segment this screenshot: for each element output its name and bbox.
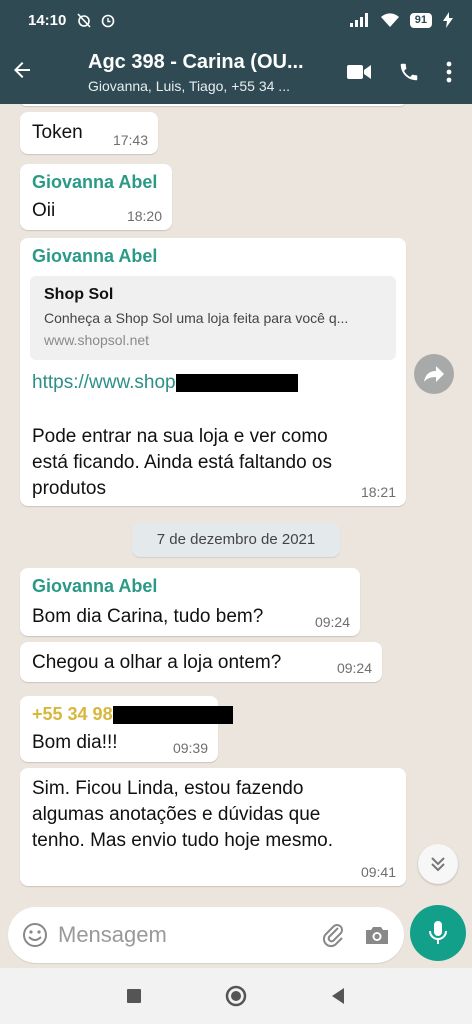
charging-icon xyxy=(443,12,453,28)
message-text: Pode entrar na sua loja e ver como está … xyxy=(32,424,332,502)
message-sender: Giovanna Abel xyxy=(32,172,158,192)
back-button[interactable] xyxy=(2,58,42,87)
forward-button[interactable] xyxy=(414,354,454,394)
message-text: Bom dia Carina, tudo bem? xyxy=(32,606,264,627)
message-bubble-link[interactable]: Giovanna Abel Shop Sol Conheça a Shop So… xyxy=(20,238,406,506)
alarm-icon xyxy=(102,14,115,28)
phone-icon[interactable] xyxy=(398,61,420,83)
chat-header: Agc 398 - Carina (OU... Giovanna, Luis, … xyxy=(0,40,472,104)
chat-title: Agc 398 - Carina (OU... xyxy=(88,50,304,73)
wifi-icon xyxy=(380,13,399,27)
message-time: 09:24 xyxy=(336,660,372,676)
message-time: 09:39 xyxy=(172,740,208,756)
message-time: 17:43 xyxy=(112,132,148,148)
camera-icon[interactable] xyxy=(364,924,390,946)
message-line: algumas anotações e dúvidas que xyxy=(32,804,321,825)
message-bubble[interactable]: +55 34 98 Bom dia!!! 09:39 xyxy=(20,696,233,762)
status-system-icons: 91 xyxy=(349,12,454,28)
message-time: 09:41 xyxy=(360,864,396,880)
link-preview-title: Shop Sol xyxy=(44,286,114,303)
signal-icon xyxy=(349,13,368,27)
status-time: 14:10 xyxy=(28,11,67,29)
message-link[interactable]: https://www.shop xyxy=(32,372,176,393)
mic-icon xyxy=(429,921,447,944)
chat-participants: Giovanna, Luis, Tiago, +55 34 ... xyxy=(88,77,290,94)
mic-button[interactable] xyxy=(410,905,466,961)
message-bubble[interactable]: Giovanna Abel Bom dia Carina, tudo bem? … xyxy=(20,568,360,636)
date-separator: 7 de dezembro de 2021 xyxy=(132,523,340,557)
message-time: 18:21 xyxy=(360,484,396,500)
back-arrow-icon xyxy=(14,61,30,78)
message-text: Sim. Ficou Linda, estou fazendo algumas … xyxy=(32,776,333,854)
message-text: Token xyxy=(32,122,83,143)
back-nav-icon[interactable] xyxy=(330,987,346,1005)
attach-icon[interactable] xyxy=(320,922,346,948)
link-preview-url: www.shopsol.net xyxy=(44,332,150,348)
battery-level: 91 xyxy=(409,12,432,28)
link-preview-card[interactable]: Shop Sol Conheça a Shop Sol uma loja fei… xyxy=(30,276,396,360)
link-preview-description: Conheça a Shop Sol uma loja feita para v… xyxy=(44,310,349,326)
system-nav-bar xyxy=(0,968,472,1024)
video-call-icon[interactable] xyxy=(346,62,372,82)
message-text: Oii xyxy=(32,200,56,221)
message-bubble[interactable]: Chegou a olhar a loja ontem? 09:24 xyxy=(20,642,382,682)
scroll-down-button[interactable] xyxy=(418,844,458,884)
message-input[interactable] xyxy=(58,922,320,948)
message-sender: Giovanna Abel xyxy=(32,576,158,596)
message-line: produtos xyxy=(32,478,106,499)
forward-icon xyxy=(424,366,444,382)
status-notification-icons xyxy=(76,12,116,28)
status-bar: 14:10 91 xyxy=(0,0,472,40)
emoji-icon[interactable] xyxy=(22,922,48,948)
message-sender: +55 34 98 xyxy=(32,704,113,724)
message-list[interactable]: Token 17:43 Giovanna Abel Oii 18:20 Giov… xyxy=(0,104,472,904)
message-text: Chegou a olhar a loja ontem? xyxy=(32,652,282,673)
home-icon[interactable] xyxy=(224,984,248,1008)
message-time: 09:24 xyxy=(314,614,350,630)
message-sender: Giovanna Abel xyxy=(32,246,158,266)
recents-icon[interactable] xyxy=(126,988,142,1004)
message-time: 18:20 xyxy=(126,208,162,224)
message-line: Pode entrar na sua loja e ver como xyxy=(32,426,328,447)
message-bubble-partial xyxy=(20,104,406,106)
message-line: tenho. Mas envio tudo hoje mesmo. xyxy=(32,830,334,851)
redaction-bar xyxy=(112,705,233,724)
message-bubble[interactable]: Sim. Ficou Linda, estou fazendo algumas … xyxy=(20,768,406,886)
message-line: está ficando. Ainda está faltando os xyxy=(32,452,332,473)
message-bubble[interactable]: Giovanna Abel Oii 18:20 xyxy=(20,164,172,230)
message-bubble[interactable]: Token 17:43 xyxy=(20,112,158,154)
scroll-down-icon xyxy=(431,857,445,872)
message-composer xyxy=(8,907,404,963)
more-options-icon[interactable] xyxy=(446,61,452,83)
redaction-bar xyxy=(175,373,298,392)
message-text: Bom dia!!! xyxy=(32,732,118,753)
alarm-off-icon xyxy=(77,13,91,28)
chat-title-area[interactable]: Agc 398 - Carina (OU... Giovanna, Luis, … xyxy=(88,51,320,94)
message-line: Sim. Ficou Linda, estou fazendo xyxy=(32,778,304,799)
